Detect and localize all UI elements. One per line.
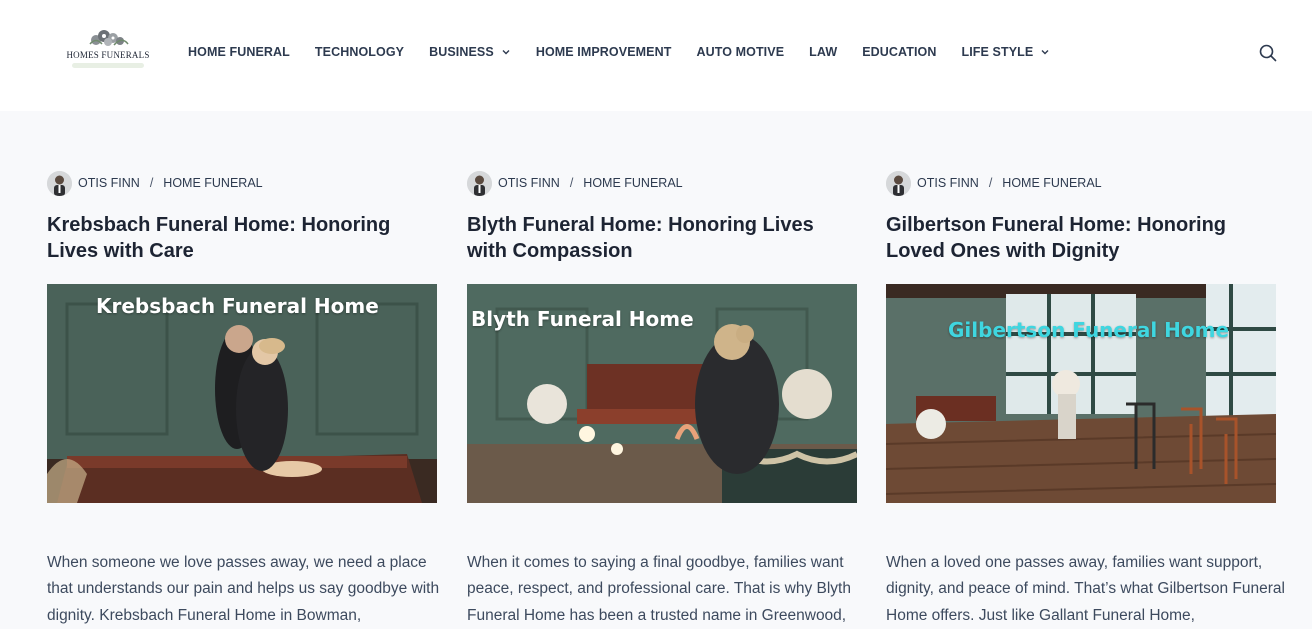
post-category[interactable]: HOME FUNERAL	[583, 176, 682, 190]
thumbnail-caption: Blyth Funeral Home	[471, 307, 694, 331]
nav-item-technology[interactable]: TECHNOLOGY	[315, 45, 404, 59]
logo-swash	[72, 63, 144, 68]
nav-item-education[interactable]: EDUCATION	[862, 45, 936, 59]
post-thumbnail[interactable]: Gilbertson Funeral Home	[886, 284, 1276, 503]
post-card: OTIS FINN / HOME FUNERAL Krebsbach Funer…	[47, 170, 437, 264]
thumbnail-caption: Gilbertson Funeral Home	[948, 318, 1229, 342]
avatar[interactable]	[47, 171, 72, 196]
avatar[interactable]	[886, 171, 911, 196]
nav-item-auto-motive[interactable]: AUTO MOTIVE	[696, 45, 784, 59]
search-icon[interactable]	[1258, 43, 1278, 63]
post-author[interactable]: OTIS FINN	[917, 176, 979, 190]
post-excerpt: When someone we love passes away, we nee…	[47, 550, 447, 629]
nav-item-label: EDUCATION	[862, 45, 936, 59]
nav-item-business[interactable]: BUSINESS	[429, 45, 511, 59]
nav-item-home-improvement[interactable]: HOME IMPROVEMENT	[536, 45, 672, 59]
post-title[interactable]: Blyth Funeral Home: Honoring Lives with …	[467, 212, 857, 264]
post-meta: OTIS FINN / HOME FUNERAL	[467, 170, 857, 196]
nav-item-label: AUTO MOTIVE	[696, 45, 784, 59]
post-meta: OTIS FINN / HOME FUNERAL	[47, 170, 437, 196]
post-card: OTIS FINN / HOME FUNERAL Blyth Funeral H…	[467, 170, 857, 264]
post-author[interactable]: OTIS FINN	[78, 176, 140, 190]
thumbnail-caption: Krebsbach Funeral Home	[96, 294, 379, 318]
post-card: OTIS FINN / HOME FUNERAL Gilbertson Fune…	[886, 170, 1276, 264]
avatar[interactable]	[467, 171, 492, 196]
post-thumbnail[interactable]: Blyth Funeral Home	[467, 284, 857, 503]
floral-logo-icon	[82, 27, 134, 49]
post-category[interactable]: HOME FUNERAL	[1002, 176, 1101, 190]
chevron-down-icon	[501, 47, 511, 57]
nav-item-label: LAW	[809, 45, 837, 59]
chevron-down-icon	[1040, 47, 1050, 57]
meta-separator: /	[570, 176, 573, 190]
post-author[interactable]: OTIS FINN	[498, 176, 560, 190]
primary-nav: HOME FUNERAL TECHNOLOGY BUSINESS HOME IM…	[188, 38, 1075, 66]
meta-separator: /	[150, 176, 153, 190]
post-category[interactable]: HOME FUNERAL	[163, 176, 262, 190]
post-meta: OTIS FINN / HOME FUNERAL	[886, 170, 1276, 196]
site-header: HOMES FUNERALS HOME FUNERAL TECHNOLOGY B…	[0, 0, 1312, 111]
nav-item-life-style[interactable]: LIFE STYLE	[962, 45, 1051, 59]
post-thumbnail[interactable]: Krebsbach Funeral Home	[47, 284, 437, 503]
post-title[interactable]: Krebsbach Funeral Home: Honoring Lives w…	[47, 212, 437, 264]
site-logo[interactable]: HOMES FUNERALS	[64, 25, 152, 71]
meta-separator: /	[989, 176, 992, 190]
nav-item-law[interactable]: LAW	[809, 45, 837, 59]
post-excerpt: When it comes to saying a final goodbye,…	[467, 550, 867, 629]
post-excerpt: When a loved one passes away, families w…	[886, 550, 1286, 629]
nav-item-label: LIFE STYLE	[962, 45, 1034, 59]
nav-item-label: TECHNOLOGY	[315, 45, 404, 59]
nav-item-home-funeral[interactable]: HOME FUNERAL	[188, 45, 290, 59]
nav-item-label: HOME FUNERAL	[188, 45, 290, 59]
nav-item-label: BUSINESS	[429, 45, 494, 59]
post-title[interactable]: Gilbertson Funeral Home: Honoring Loved …	[886, 212, 1276, 264]
nav-item-label: HOME IMPROVEMENT	[536, 45, 672, 59]
logo-text: HOMES FUNERALS	[64, 50, 152, 60]
